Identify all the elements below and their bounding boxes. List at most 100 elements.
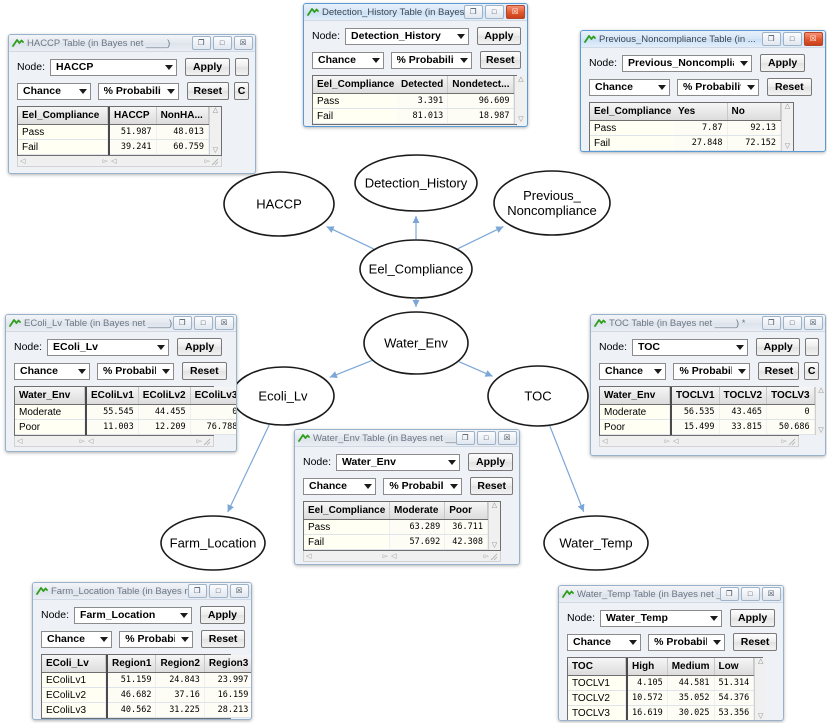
table-row[interactable]: 7.87 92.13 — [674, 120, 781, 136]
node-type-select[interactable]: Chance — [599, 362, 667, 380]
node-select[interactable]: Previous_Noncomplian_ — [622, 54, 753, 72]
apply-button[interactable]: Apply — [756, 338, 800, 356]
graph-node-water_temp[interactable]: Water_Temp — [543, 515, 649, 571]
window-water_temp-table[interactable]: Water_Temp Table (in Bayes net ____ ❐ □ ☒ No… — [558, 585, 784, 721]
column-header-parent[interactable]: Eel_Compliance — [304, 502, 391, 520]
titlebar-haccp[interactable]: HACCP Table (in Bayes net ____) ❐ □ ☒ — [9, 35, 255, 52]
table-row[interactable]: 40.562 31.225 28.213 — [108, 702, 251, 718]
titlebar-ecoli_lv[interactable]: EColi_Lv Table (in Bayes net ____) ❐ □ ☒ — [6, 315, 236, 332]
scroll-left-icon[interactable]: ◁ — [17, 437, 22, 445]
probability-cell[interactable]: 57.692 — [390, 534, 446, 550]
probability-format-select[interactable]: % Probability — [648, 633, 726, 651]
table-row[interactable]: 51.159 24.843 23.997 — [108, 672, 251, 688]
resize-grip-icon[interactable] — [202, 437, 211, 446]
probability-cell[interactable]: 56.535 — [672, 404, 720, 420]
maximize-button[interactable]: □ — [485, 5, 504, 19]
titlebar-farm_location[interactable]: Farm_Location Table (in Bayes net ___ ❐ □ ☒ — [33, 583, 251, 600]
reset-button[interactable]: Reset — [767, 78, 812, 96]
probability-cell[interactable]: 16.619 — [628, 705, 668, 720]
minimize-button[interactable]: ❐ — [188, 584, 207, 598]
vertical-scrollbar[interactable]: △ ▽ — [814, 387, 825, 435]
graph-node-previous_noncompliance[interactable]: Previous_ Noncompliance — [493, 170, 611, 236]
horizontal-scrollbars[interactable]: ◁▻◁▻ — [41, 719, 231, 720]
scroll-left-icon[interactable]: ◁ — [315, 126, 320, 127]
probability-cell[interactable]: 51.159 — [108, 672, 157, 688]
minimize-button[interactable]: ❐ — [762, 316, 781, 330]
table-row[interactable]: 15.499 33.815 50.686 — [672, 419, 815, 435]
table-row[interactable]: Moderate — [15, 404, 85, 420]
probability-cell[interactable]: 76.788 — [190, 419, 236, 435]
column-header-parent[interactable]: TOC — [568, 658, 626, 676]
horizontal-scrollbars[interactable]: ◁▻◁▻ — [14, 436, 214, 447]
table-row[interactable]: 56.535 43.465 0 — [672, 404, 815, 420]
column-header[interactable]: Low — [714, 658, 755, 676]
extra-button-top[interactable] — [235, 58, 249, 76]
node-select[interactable]: TOC — [632, 338, 749, 356]
table-row[interactable]: 55.545 44.455 0 — [87, 404, 236, 420]
graph-node-toc[interactable]: TOC — [487, 365, 589, 427]
graph-node-farm_location[interactable]: Farm_Location — [160, 515, 266, 571]
window-ecoli_lv-table[interactable]: EColi_Lv Table (in Bayes net ____) ❐ □ ☒ Nod… — [5, 314, 237, 452]
probability-cell[interactable]: 63.289 — [390, 519, 446, 535]
probability-cell[interactable]: 81.013 — [397, 108, 449, 124]
graph-node-detection_history[interactable]: Detection_History — [354, 154, 478, 212]
node-type-select[interactable]: Chance — [17, 82, 91, 100]
probability-cell[interactable]: 44.581 — [667, 675, 715, 691]
node-select[interactable]: EColi_Lv — [47, 338, 170, 356]
scroll-right-icon[interactable]: ▻ — [665, 437, 670, 445]
probability-cell[interactable]: 7.87 — [674, 120, 728, 136]
column-header[interactable]: TOCLV3 — [766, 387, 815, 405]
table-row[interactable]: 10.572 35.052 54.376 — [628, 690, 755, 706]
probability-cell[interactable]: 46.682 — [108, 687, 157, 703]
scroll-right-icon[interactable]: ▻ — [383, 552, 388, 560]
graph-node-ecoli_lv[interactable]: Ecoli_Lv — [231, 366, 335, 426]
probability-cell[interactable]: 40.562 — [108, 702, 157, 718]
probability-cell[interactable]: 51.987 — [110, 124, 157, 140]
scroll-up-icon[interactable]: △ — [518, 76, 523, 84]
probability-cell[interactable]: 72.152 — [727, 135, 781, 151]
hscroll-right[interactable]: ◁▻ — [391, 551, 489, 561]
minimize-button[interactable]: ❐ — [464, 5, 483, 19]
scroll-up-icon[interactable]: △ — [758, 658, 763, 666]
maximize-button[interactable]: □ — [741, 587, 760, 601]
table-row[interactable]: TOCLV1 — [568, 675, 626, 691]
maximize-button[interactable]: □ — [194, 316, 213, 330]
scroll-right-icon[interactable]: ▻ — [390, 126, 395, 127]
probability-format-select[interactable]: % Probability — [390, 51, 472, 69]
titlebar-detection_history[interactable]: Detection_History Table (in Bayes ne...❐… — [304, 4, 527, 21]
probability-cell[interactable]: 4.105 — [628, 675, 668, 691]
table-row[interactable]: TOCLV3 — [568, 705, 626, 720]
maximize-button[interactable]: □ — [783, 316, 802, 330]
table-row[interactable]: Fail — [304, 534, 391, 550]
column-header[interactable]: EColiLv2 — [138, 387, 191, 405]
probability-cell[interactable]: 0 — [190, 404, 236, 420]
scroll-up-icon[interactable]: △ — [213, 107, 218, 115]
resize-grip-icon[interactable] — [489, 552, 498, 561]
table-row[interactable]: 57.692 42.308 — [390, 534, 488, 550]
reset-button[interactable]: Reset — [182, 362, 227, 380]
scroll-left-icon[interactable]: ◁ — [306, 552, 311, 560]
scroll-right-icon[interactable]: ▻ — [80, 437, 85, 445]
scroll-down-icon[interactable]: ▽ — [518, 116, 523, 124]
probability-cell[interactable]: 44.455 — [138, 404, 191, 420]
column-header[interactable]: EColiLv3 — [190, 387, 236, 405]
probability-format-select[interactable]: % Probability — [119, 630, 194, 648]
hscroll-right[interactable]: ◁▻ — [88, 436, 202, 446]
node-type-select[interactable]: Chance — [41, 630, 113, 648]
vertical-scrollbar[interactable]: △ ▽ — [754, 658, 767, 720]
table-row[interactable]: Pass — [304, 519, 391, 535]
column-header-parent[interactable]: Eel_Compliance — [590, 103, 677, 121]
column-header[interactable]: EColiLv1 — [87, 387, 139, 405]
column-header[interactable]: Medium — [667, 658, 715, 676]
hscroll-right[interactable]: ◁▻ — [398, 125, 505, 126]
minimize-button[interactable]: ❐ — [192, 36, 211, 50]
reset-button[interactable]: Reset — [470, 477, 513, 495]
probability-cell[interactable]: 30.025 — [667, 705, 715, 720]
close-button[interactable]: ☒ — [230, 584, 249, 598]
scroll-up-icon[interactable]: △ — [492, 502, 497, 510]
table-row[interactable]: 3.391 96.609 — [397, 93, 515, 109]
maximize-button[interactable]: □ — [477, 431, 496, 445]
node-type-select[interactable]: Chance — [303, 477, 377, 495]
window-haccp-table[interactable]: HACCP Table (in Bayes net ____) ❐ □ ☒ Node: H… — [8, 34, 256, 174]
probability-format-select[interactable]: % Probability — [97, 82, 179, 100]
